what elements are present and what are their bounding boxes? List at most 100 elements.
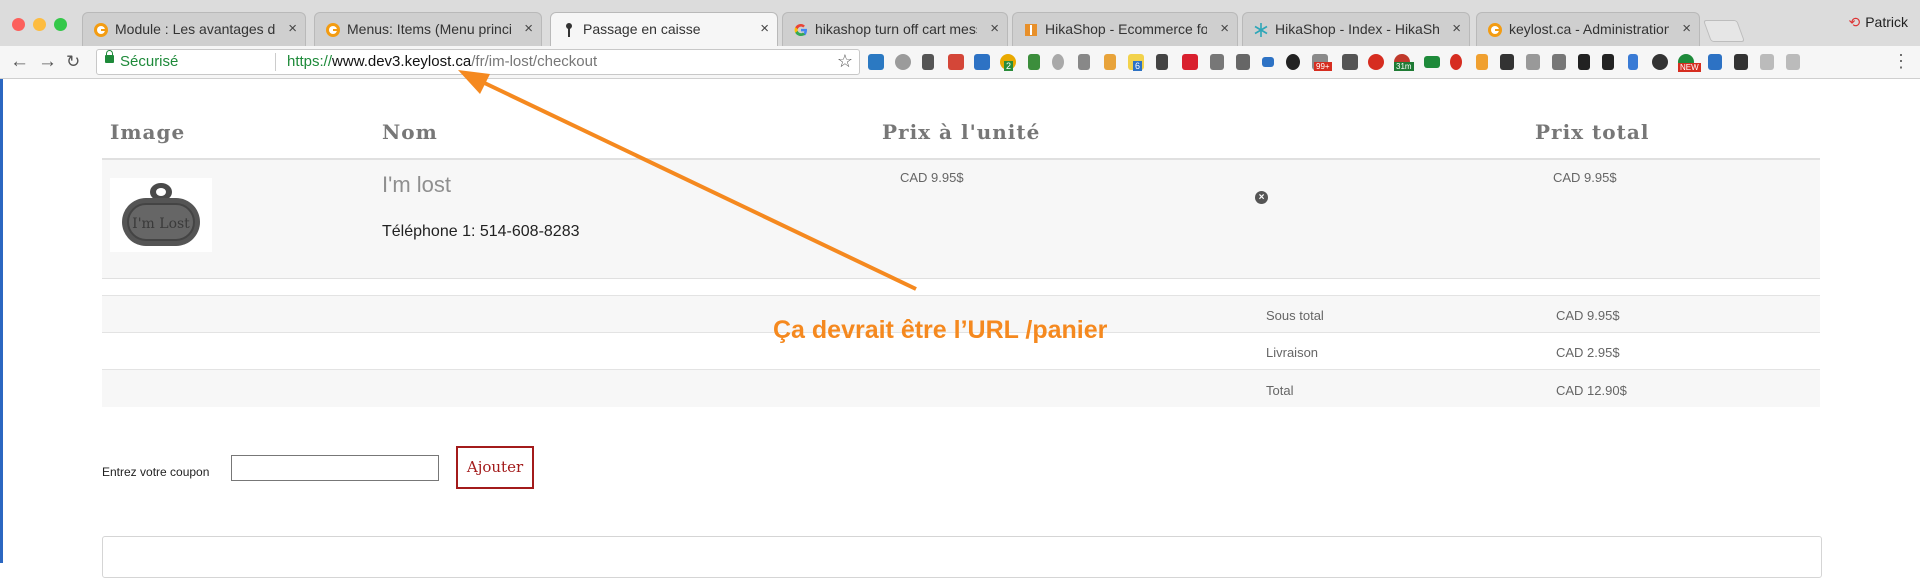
extension-new-icon[interactable]: NEW [1678,54,1701,72]
extension-m-icon[interactable] [1342,54,1358,70]
tab-menus-items[interactable]: Menus: Items (Menu principal) × [314,12,542,46]
row-divider [102,278,1820,279]
extension-folder-icon[interactable]: 6 [1128,54,1144,71]
extension-bookmark-icon[interactable] [1578,54,1590,70]
remove-item-icon[interactable]: × [1255,191,1268,204]
forward-icon[interactable]: → [38,51,57,73]
extension-s2-icon[interactable]: 99+ [1312,54,1332,71]
extension-wrench-icon[interactable] [922,54,934,70]
viewport-edge [0,79,3,563]
bookmark-star-icon[interactable]: ☆ [837,51,853,72]
extension-bw-icon[interactable] [1424,56,1440,68]
extension-move-icon[interactable] [1078,54,1090,70]
tab-passage-en-caisse[interactable]: Passage en caisse × [550,12,778,46]
extension-bars-icon[interactable] [1028,54,1040,70]
close-tab-icon[interactable]: × [990,20,999,37]
new-tab-button[interactable] [1702,20,1746,42]
extension-cast-icon[interactable] [1210,54,1224,70]
total-value: CAD 12.90$ [1556,383,1627,398]
item-total-price: CAD 9.95$ [1553,170,1617,185]
extension-pen-icon[interactable] [1760,54,1774,70]
close-tab-icon[interactable]: × [1452,20,1461,37]
close-tab-icon[interactable]: × [524,20,533,37]
close-window-button[interactable] [12,18,25,31]
column-header-image: Image [110,120,186,144]
extension-pencil-icon[interactable] [1786,54,1800,70]
tab-title: Menus: Items (Menu principal) [347,21,511,37]
extension-badge: 99+ [1314,62,1332,71]
close-tab-icon[interactable]: × [1220,20,1229,37]
profile-button[interactable]: ⟲ Patrick [1848,14,1908,31]
extension-magnifier-icon[interactable] [895,54,911,70]
browser-chrome: Module : Les avantages des pr × Menus: I… [0,0,1920,79]
tab-hikashop-ecommerce[interactable]: HikaShop - Ecommerce for Joo × [1012,12,1238,46]
book-icon [1025,24,1037,36]
extension-eye-icon[interactable] [1652,54,1668,70]
google-icon [794,24,807,36]
column-header-unit-price: Prix à l'unité [882,120,1041,144]
annotation-text: Ça devrait être l’URL /panier [773,316,1108,344]
browser-menu-icon[interactable]: ⋮ [1892,51,1910,72]
tab-strip: Module : Les avantages des pr × Menus: I… [0,0,1920,46]
extension-timer-icon[interactable]: 31m [1394,54,1414,71]
tab-module-avantages[interactable]: Module : Les avantages des pr × [82,12,306,46]
profile-switch-icon: ⟲ [1848,14,1861,30]
extension-orange-folder-icon[interactable] [1476,54,1488,70]
g-icon [94,23,108,37]
url-path: /fr/im-lost/checkout [471,53,598,70]
gmail-icon[interactable] [948,54,964,70]
tab-title: HikaShop - Ecommerce for Joo [1045,21,1207,37]
extension-arrows-icon[interactable] [1262,57,1274,67]
coupon-input[interactable] [231,455,439,481]
extension-badge: 6 [1133,61,1143,71]
close-tab-icon[interactable]: × [1682,20,1691,37]
snowflake-icon [1254,23,1268,37]
extension-question-icon[interactable] [1552,54,1566,70]
address-bar[interactable]: Sécurisé https://www.dev3.keylost.ca/fr/… [96,49,860,75]
extension-edit-icon[interactable] [1500,54,1514,70]
subtotal-value: CAD 9.95$ [1556,308,1620,323]
extension-gear-icon[interactable] [1286,54,1300,70]
g-icon [1488,23,1502,37]
extension-s-icon[interactable] [868,54,884,70]
product-thumbnail[interactable]: I'm Lost [110,178,212,252]
extension-f-icon[interactable] [1602,54,1614,70]
extension-heart-icon[interactable] [1450,54,1462,70]
tab-title: HikaShop - Index - HikaShop [1275,21,1439,37]
tab-hikashop-index[interactable]: HikaShop - Index - HikaShop × [1242,12,1470,46]
extension-flame-icon[interactable] [1628,54,1638,70]
url-scheme: https:// [287,53,333,70]
total-label: Total [1266,383,1294,398]
address-separator [275,53,276,71]
extension-translate-icon[interactable] [1708,54,1722,70]
product-name[interactable]: I'm lost [382,172,451,198]
url-host: www.dev3.keylost.ca [332,53,472,70]
next-section-box [102,536,1822,578]
tab-google-search[interactable]: hikashop turn off cart message × [782,12,1008,46]
minimize-window-button[interactable] [33,18,46,31]
extension-eyedropper-icon[interactable] [1156,54,1168,70]
close-tab-icon[interactable]: × [760,20,769,37]
unit-price: CAD 9.95$ [900,170,964,185]
extension-chart-icon[interactable]: 2 [1000,54,1016,71]
back-icon[interactable]: ← [10,51,29,73]
lock-icon [105,50,114,63]
pin-icon [566,23,572,37]
add-coupon-button[interactable]: Ajouter [456,446,534,489]
extension-tag-icon[interactable] [1052,54,1064,70]
extension-window-icon[interactable] [1236,54,1250,70]
extension-blue-icon[interactable] [974,54,990,70]
extension-red-square-icon[interactable] [1182,54,1198,70]
adblock-icon[interactable] [1368,54,1384,70]
tab-keylost-administration[interactable]: keylost.ca - Administration - C × [1476,12,1700,46]
secure-label: Sécurisé [120,53,179,70]
extension-ruler-icon[interactable] [1104,54,1116,70]
reload-icon[interactable]: ↻ [66,52,80,72]
extension-badge: 31m [1394,62,1414,71]
extension-sign-icon[interactable] [1526,54,1540,70]
maximize-window-button[interactable] [54,18,67,31]
url-text[interactable]: https://www.dev3.keylost.ca/fr/im-lost/c… [287,53,597,70]
close-tab-icon[interactable]: × [288,20,297,37]
coupon-label: Entrez votre coupon [102,465,210,479]
extension-rocket-icon[interactable] [1734,54,1748,70]
